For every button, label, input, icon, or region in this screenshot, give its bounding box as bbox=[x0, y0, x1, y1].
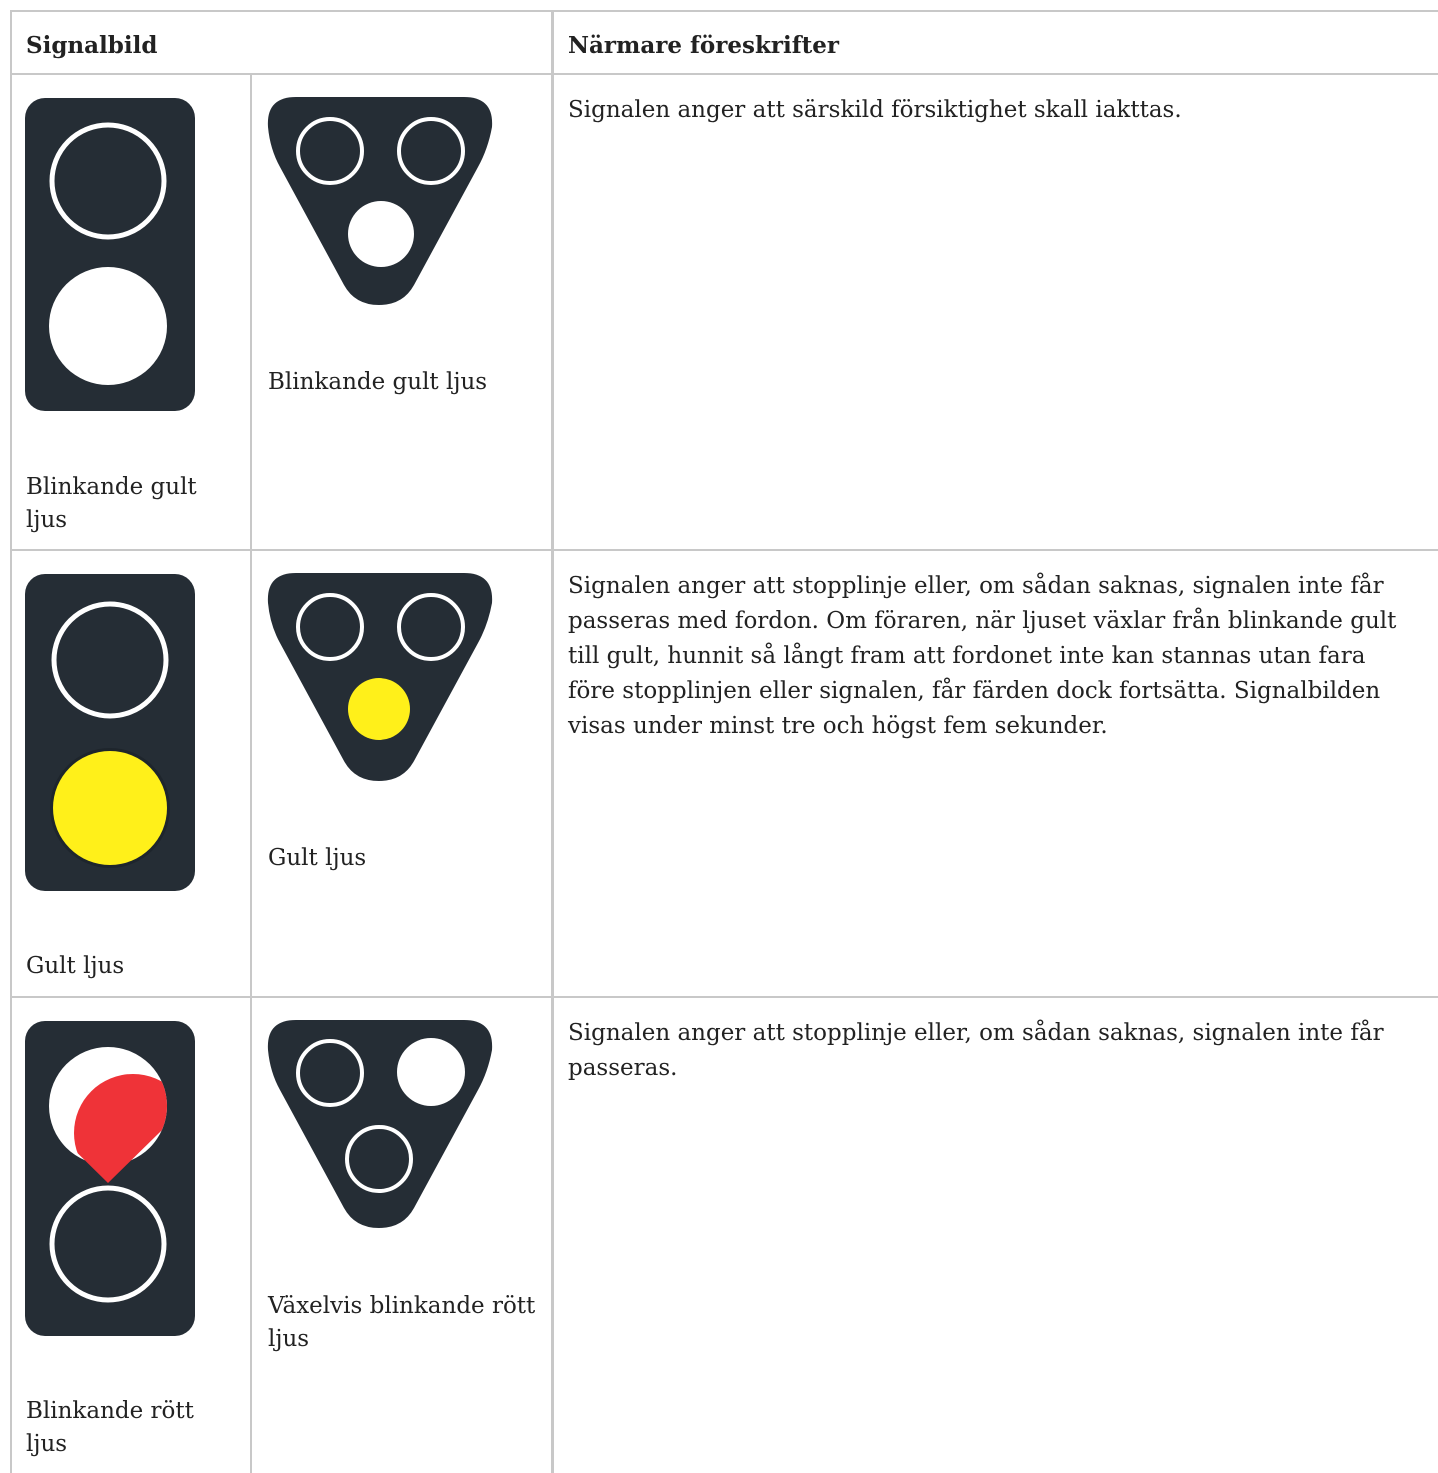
header-narmare-foreskrifter: Närmare föreskrifter bbox=[568, 32, 840, 59]
header-signalbild: Signalbild bbox=[26, 32, 158, 59]
table-top-border bbox=[10, 10, 1438, 12]
tall-signal-caption: Blinkande rött ljus bbox=[26, 1398, 194, 1457]
row-description: Signalen anger att stopplinje eller, om … bbox=[568, 573, 1397, 739]
column-divider bbox=[551, 10, 554, 1473]
tall-signal-caption: Gult ljus bbox=[26, 953, 125, 979]
subcolumn-divider bbox=[250, 73, 252, 1473]
row-divider-2 bbox=[10, 996, 1438, 998]
vertical-signal-blinking-yellow-icon bbox=[25, 98, 195, 411]
row-divider-1 bbox=[10, 549, 1438, 551]
tall-signal-caption: Blinkande gult ljus bbox=[26, 474, 197, 533]
triangle-signal-blinking-yellow-icon bbox=[267, 97, 493, 305]
row-description: Signalen anger att särskild försiktighet… bbox=[568, 97, 1182, 123]
triangle-signal-caption: Blinkande gult ljus bbox=[268, 369, 488, 395]
vertical-signal-blinking-red-icon bbox=[25, 1021, 195, 1336]
table-left-border bbox=[10, 10, 12, 1473]
header-divider bbox=[10, 73, 1438, 75]
triangle-signal-yellow-icon bbox=[267, 573, 493, 781]
vertical-signal-yellow-icon bbox=[25, 574, 195, 891]
triangle-signal-caption: Växelvis blinkande rött ljus bbox=[268, 1293, 536, 1352]
triangle-signal-caption: Gult ljus bbox=[268, 845, 367, 871]
triangle-signal-alternating-red-icon bbox=[267, 1020, 493, 1228]
row-description: Signalen anger att stopplinje eller, om … bbox=[568, 1020, 1384, 1081]
